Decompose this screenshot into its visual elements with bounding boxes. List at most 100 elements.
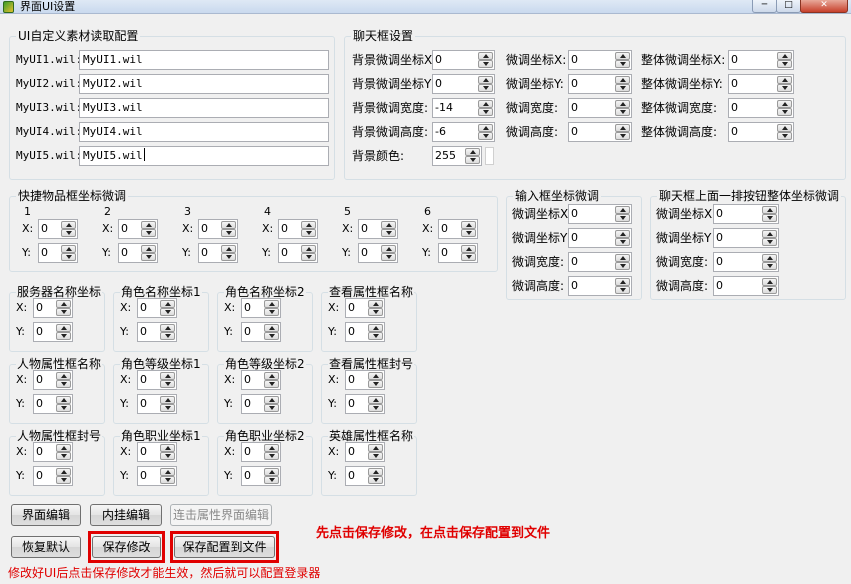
spin-up-icon[interactable] — [264, 372, 279, 380]
spin-up-icon[interactable] — [615, 100, 630, 108]
chat-box-spin[interactable]: -6 — [432, 122, 495, 142]
spin-up-icon[interactable] — [368, 372, 383, 380]
chat-box-spin[interactable]: 0 — [568, 50, 632, 70]
spin-up-icon[interactable] — [777, 76, 792, 84]
spin-down-icon[interactable] — [381, 253, 396, 261]
bg-color-swatch[interactable] — [485, 147, 494, 165]
spin-arrows[interactable] — [368, 324, 383, 340]
spin-arrows[interactable] — [777, 52, 792, 68]
input-box-spin[interactable]: 0 — [568, 276, 632, 296]
spin-arrows[interactable] — [762, 254, 777, 270]
spin-arrows[interactable] — [762, 278, 777, 294]
spin-arrows[interactable] — [141, 221, 156, 237]
coord-y-spin[interactable]: 0 — [33, 322, 73, 342]
spin-up-icon[interactable] — [264, 468, 279, 476]
quick-slot-y-spin[interactable]: 0 — [198, 243, 238, 263]
spin-up-icon[interactable] — [368, 324, 383, 332]
save-changes-button[interactable]: 保存修改 — [92, 536, 161, 558]
spin-up-icon[interactable] — [762, 206, 777, 214]
maximize-button[interactable]: □ — [776, 0, 801, 13]
spin-down-icon[interactable] — [141, 253, 156, 261]
coord-x-spin[interactable]: 0 — [241, 298, 281, 318]
quick-slot-x-spin[interactable]: 0 — [358, 219, 398, 239]
spin-down-icon[interactable] — [368, 332, 383, 340]
spin-arrows[interactable] — [264, 396, 279, 412]
spin-down-icon[interactable] — [160, 332, 175, 340]
spin-up-icon[interactable] — [160, 300, 175, 308]
spin-up-icon[interactable] — [61, 221, 76, 229]
bg-color-spin[interactable]: 255 — [432, 146, 482, 166]
spin-up-icon[interactable] — [301, 221, 316, 229]
chat-buttons-spin[interactable]: 0 — [713, 204, 779, 224]
spin-arrows[interactable] — [56, 324, 71, 340]
ui-config-input[interactable]: MyUI5.wil — [79, 146, 329, 166]
spin-arrows[interactable] — [368, 300, 383, 316]
quick-slot-y-spin[interactable]: 0 — [38, 243, 78, 263]
chat-box-spin[interactable]: 0 — [432, 50, 495, 70]
spin-down-icon[interactable] — [615, 108, 630, 116]
coord-y-spin[interactable]: 0 — [137, 466, 177, 486]
quick-slot-x-spin[interactable]: 0 — [198, 219, 238, 239]
spin-down-icon[interactable] — [461, 253, 476, 261]
spin-down-icon[interactable] — [264, 308, 279, 316]
spin-down-icon[interactable] — [615, 84, 630, 92]
quick-slot-x-spin[interactable]: 0 — [278, 219, 318, 239]
spin-down-icon[interactable] — [762, 262, 777, 270]
spin-down-icon[interactable] — [478, 60, 493, 68]
spin-arrows[interactable] — [264, 324, 279, 340]
spin-down-icon[interactable] — [777, 84, 792, 92]
coord-y-spin[interactable]: 0 — [241, 466, 281, 486]
spin-arrows[interactable] — [615, 254, 630, 270]
spin-up-icon[interactable] — [61, 245, 76, 253]
spin-up-icon[interactable] — [615, 52, 630, 60]
quick-slot-y-spin[interactable]: 0 — [118, 243, 158, 263]
spin-down-icon[interactable] — [478, 84, 493, 92]
spin-up-icon[interactable] — [777, 124, 792, 132]
spin-down-icon[interactable] — [465, 156, 480, 164]
spin-arrows[interactable] — [221, 221, 236, 237]
spin-arrows[interactable] — [56, 372, 71, 388]
spin-down-icon[interactable] — [264, 332, 279, 340]
coord-x-spin[interactable]: 0 — [345, 370, 385, 390]
spin-up-icon[interactable] — [56, 324, 71, 332]
spin-down-icon[interactable] — [615, 60, 630, 68]
ui-config-input[interactable]: MyUI2.wil — [79, 74, 329, 94]
spin-down-icon[interactable] — [615, 214, 630, 222]
chat-box-spin[interactable]: 0 — [728, 50, 794, 70]
spin-down-icon[interactable] — [615, 262, 630, 270]
spin-down-icon[interactable] — [264, 452, 279, 460]
coord-x-spin[interactable]: 0 — [33, 370, 73, 390]
spin-arrows[interactable] — [461, 245, 476, 261]
coord-x-spin[interactable]: 0 — [137, 442, 177, 462]
input-box-spin[interactable]: 0 — [568, 228, 632, 248]
ui-config-input[interactable]: MyUI1.wil — [79, 50, 329, 70]
spin-arrows[interactable] — [615, 230, 630, 246]
spin-up-icon[interactable] — [160, 324, 175, 332]
linked-edit-button[interactable]: 连击属性界面编辑 — [170, 504, 272, 526]
chat-box-spin[interactable]: 0 — [568, 98, 632, 118]
spin-down-icon[interactable] — [381, 229, 396, 237]
spin-down-icon[interactable] — [478, 108, 493, 116]
spin-down-icon[interactable] — [264, 404, 279, 412]
spin-down-icon[interactable] — [777, 108, 792, 116]
spin-up-icon[interactable] — [368, 300, 383, 308]
spin-down-icon[interactable] — [160, 404, 175, 412]
spin-down-icon[interactable] — [461, 229, 476, 237]
spin-arrows[interactable] — [56, 396, 71, 412]
spin-up-icon[interactable] — [478, 76, 493, 84]
spin-up-icon[interactable] — [615, 230, 630, 238]
spin-down-icon[interactable] — [777, 60, 792, 68]
spin-up-icon[interactable] — [777, 52, 792, 60]
spin-up-icon[interactable] — [762, 230, 777, 238]
spin-down-icon[interactable] — [368, 476, 383, 484]
spin-up-icon[interactable] — [160, 396, 175, 404]
minimize-button[interactable]: ─ — [752, 0, 777, 13]
spin-arrows[interactable] — [61, 221, 76, 237]
spin-down-icon[interactable] — [777, 132, 792, 140]
chat-box-spin[interactable]: 0 — [728, 98, 794, 118]
spin-arrows[interactable] — [56, 300, 71, 316]
chat-box-spin[interactable]: 0 — [568, 122, 632, 142]
spin-arrows[interactable] — [461, 221, 476, 237]
spin-arrows[interactable] — [301, 221, 316, 237]
spin-down-icon[interactable] — [264, 380, 279, 388]
